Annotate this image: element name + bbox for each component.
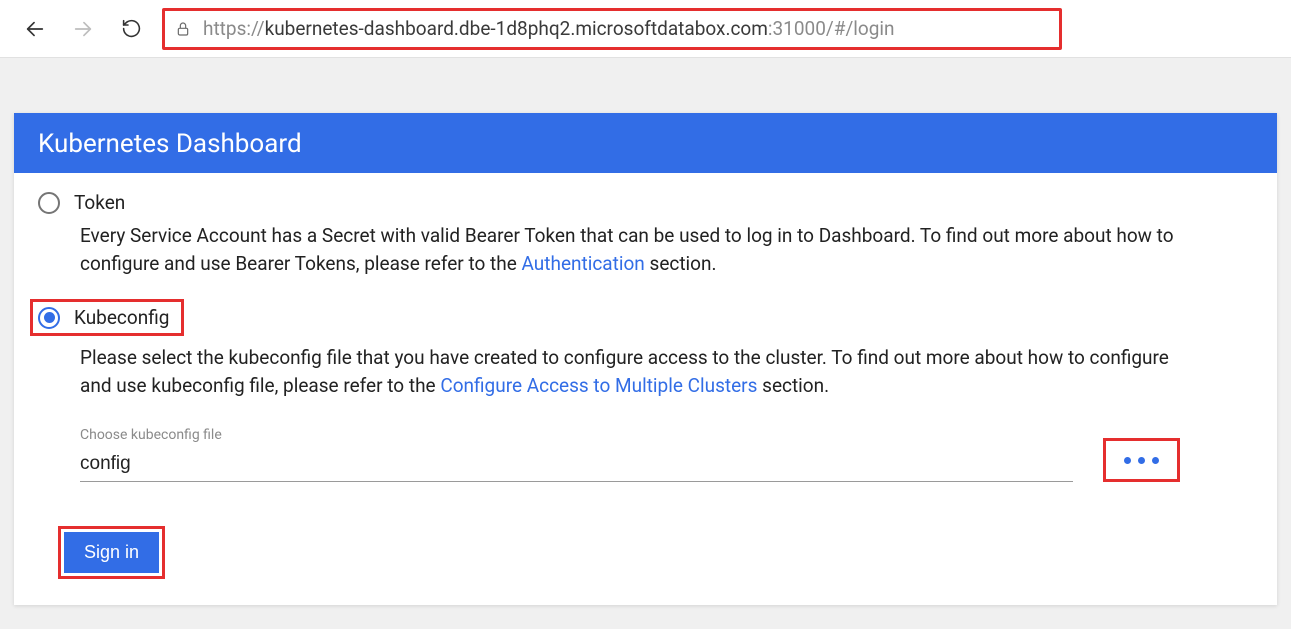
option-token: Token Every Service Account has a Secret… [38, 191, 1267, 277]
option-kubeconfig: Kubeconfig Please select the kubeconfig … [38, 299, 1267, 482]
kubeconfig-file-label: Choose kubeconfig file [80, 427, 1073, 443]
kubeconfig-file-block: Choose kubeconfig file [80, 427, 1180, 482]
page-title: Kubernetes Dashboard [14, 113, 1277, 173]
signin-highlight: Sign in [58, 526, 165, 579]
kubeconfig-file-input[interactable] [80, 449, 1073, 482]
option-token-desc: Every Service Account has a Secret with … [80, 222, 1180, 277]
option-kubeconfig-label: Kubeconfig [74, 306, 169, 329]
option-token-row[interactable]: Token [38, 191, 1267, 214]
signin-button[interactable]: Sign in [64, 532, 159, 573]
refresh-button[interactable] [114, 12, 148, 46]
login-card: Kubernetes Dashboard Token Every Service… [14, 113, 1277, 605]
arrow-right-icon [72, 18, 94, 40]
browser-toolbar: https://kubernetes-dashboard.dbe-1d8phq2… [0, 0, 1291, 58]
address-url[interactable]: https://kubernetes-dashboard.dbe-1d8phq2… [203, 17, 895, 40]
refresh-icon [121, 18, 142, 39]
address-bar-highlight: https://kubernetes-dashboard.dbe-1d8phq2… [162, 8, 1062, 50]
option-token-label: Token [74, 191, 125, 214]
option-kubeconfig-highlight: Kubeconfig [30, 299, 184, 336]
url-scheme: https:// [203, 17, 265, 40]
back-button[interactable] [18, 12, 52, 46]
signin-wrap: Sign in [58, 526, 1267, 579]
url-path: /#/login [826, 17, 895, 40]
address-bar-wrap: https://kubernetes-dashboard.dbe-1d8phq2… [162, 8, 1273, 50]
forward-button[interactable] [66, 12, 100, 46]
page-viewport: Kubernetes Dashboard Token Every Service… [0, 58, 1291, 629]
browse-button-highlight [1103, 438, 1180, 482]
card-body: Token Every Service Account has a Secret… [14, 173, 1277, 605]
option-kubeconfig-desc: Please select the kubeconfig file that y… [80, 344, 1180, 399]
link-configure-clusters[interactable]: Configure Access to Multiple Clusters [440, 374, 757, 397]
kubeconfig-file-field: Choose kubeconfig file [80, 427, 1073, 482]
url-port: :31000 [768, 17, 826, 40]
link-authentication[interactable]: Authentication [522, 252, 645, 275]
arrow-left-icon [24, 18, 46, 40]
radio-kubeconfig[interactable] [38, 307, 60, 329]
lock-icon [175, 20, 191, 38]
url-host: kubernetes-dashboard.dbe-1d8phq2.microso… [265, 17, 768, 40]
radio-token[interactable] [38, 192, 60, 214]
more-icon[interactable] [1124, 457, 1159, 464]
